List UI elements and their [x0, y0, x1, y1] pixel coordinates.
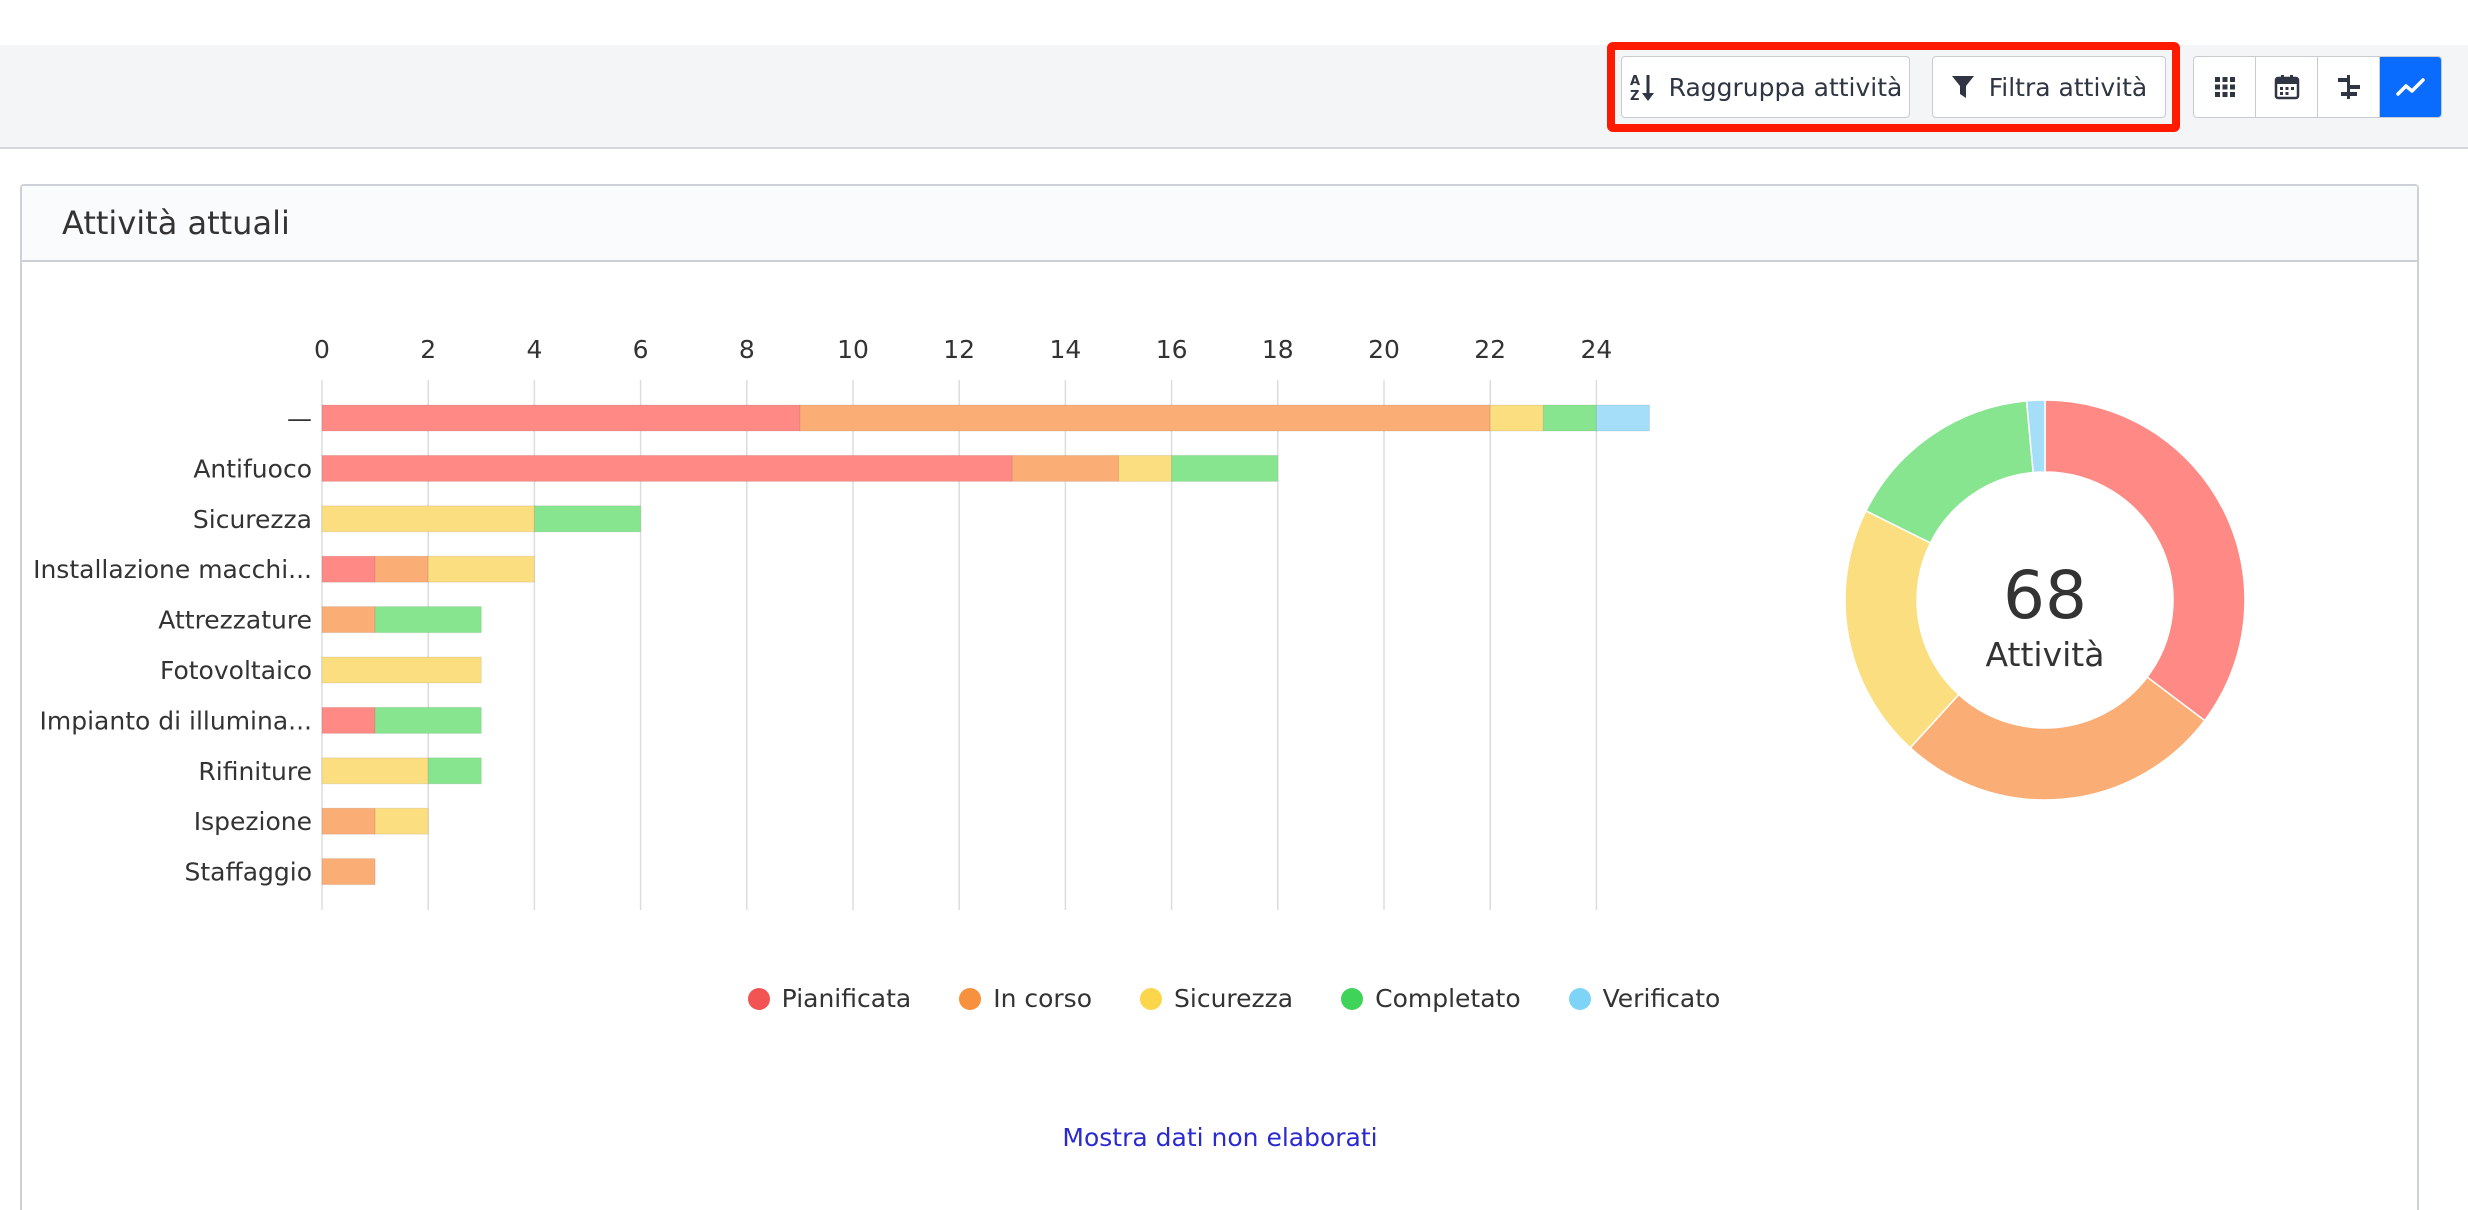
legend-dot — [1568, 987, 1591, 1010]
chart-view-button[interactable] — [2380, 57, 2441, 117]
bar-segment[interactable] — [321, 606, 376, 634]
legend-dot — [747, 987, 770, 1010]
category-label: Staffaggio — [184, 858, 312, 887]
x-tick-label: 4 — [526, 335, 542, 364]
stacked-bar-chart: 0 2 4 6 8 10 12 14 16 18 20 22 24 —AntifuocoSicurezz… — [33, 335, 1651, 910]
x-tick-label: 2 — [420, 335, 436, 364]
category-label: Attrezzature — [158, 606, 312, 635]
bar-segment[interactable] — [1011, 454, 1119, 482]
legend-item-verificato[interactable]: Verificato — [1568, 984, 1721, 1013]
legend-item-sicurezza[interactable]: Sicurezza — [1140, 984, 1293, 1013]
bar-segment[interactable] — [321, 706, 376, 734]
gantt-view-icon — [2337, 75, 2360, 99]
category-label: — — [287, 404, 312, 433]
bar-segment[interactable] — [321, 757, 429, 785]
calendar-view-button[interactable] — [2256, 57, 2318, 117]
legend-dot — [1341, 987, 1364, 1010]
category-label: Fotovoltaico — [160, 656, 312, 685]
bar-segment[interactable] — [427, 757, 482, 785]
bar-segment[interactable] — [1542, 404, 1597, 432]
bar-segment[interactable] — [321, 404, 801, 432]
bar-segment[interactable] — [799, 404, 1491, 432]
bar-segment[interactable] — [321, 454, 1013, 482]
category-label: Ispezione — [194, 807, 312, 836]
bar-segment[interactable] — [374, 606, 482, 634]
view-switcher — [2193, 56, 2442, 118]
x-tick-label: 24 — [1580, 335, 1612, 364]
show-raw-data-link[interactable]: Mostra dati non elaborati — [0, 1123, 2440, 1152]
bar-segment[interactable] — [321, 555, 376, 583]
legend-item-pianificata[interactable]: Pianificata — [747, 984, 912, 1013]
legend-label: In corso — [993, 984, 1093, 1013]
bar-segment[interactable] — [321, 656, 482, 684]
filter-icon — [1951, 74, 1975, 100]
category-label: Antifuoco — [193, 454, 312, 483]
donut-slice[interactable] — [1844, 509, 1960, 749]
legend-label: Completato — [1375, 984, 1521, 1013]
bar-segment[interactable] — [321, 505, 535, 533]
donut-chart: 68 Attività — [1844, 399, 2246, 801]
x-tick-label: 14 — [1049, 335, 1081, 364]
bar-segment[interactable] — [374, 807, 429, 835]
bar-segment[interactable] — [1171, 454, 1279, 482]
category-label: Rifiniture — [198, 757, 312, 786]
x-tick-label: 20 — [1368, 335, 1400, 364]
legend-dot — [959, 987, 982, 1010]
filter-activities-button[interactable]: Filtra attività — [1932, 56, 2166, 118]
grid-view-icon — [2214, 77, 2235, 97]
gantt-view-button[interactable] — [2318, 57, 2380, 117]
x-tick-label: 0 — [314, 335, 330, 364]
x-tick-label: 10 — [837, 335, 869, 364]
bar-segment[interactable] — [321, 858, 376, 886]
bar-segment[interactable] — [374, 555, 429, 583]
x-tick-label: 6 — [633, 335, 649, 364]
bar-segment[interactable] — [1595, 404, 1651, 432]
filter-activities-label: Filtra attività — [1988, 72, 2148, 102]
legend-label: Verificato — [1602, 984, 1721, 1013]
category-label: Installazione macchi... — [33, 555, 312, 584]
x-tick-label: 16 — [1156, 335, 1188, 364]
bar-segment[interactable] — [374, 706, 482, 734]
chart-legend: Pianificata In corso Sicurezza Completat… — [0, 984, 2468, 1013]
grid-view-button[interactable] — [2194, 57, 2256, 117]
legend-dot — [1140, 987, 1163, 1010]
x-tick-label: 18 — [1262, 335, 1294, 364]
x-tick-label: 8 — [739, 335, 755, 364]
x-tick-label: 12 — [943, 335, 975, 364]
chart-view-icon — [2395, 78, 2425, 96]
legend-item-in-corso[interactable]: In corso — [959, 984, 1092, 1013]
category-label: Sicurezza — [193, 505, 312, 534]
legend-label: Sicurezza — [1174, 984, 1294, 1013]
bar-segment[interactable] — [427, 555, 535, 583]
legend-label: Pianificata — [781, 984, 912, 1013]
donut-slice[interactable] — [1864, 400, 2035, 544]
bar-segment[interactable] — [1118, 454, 1173, 482]
bar-segment[interactable] — [533, 505, 642, 533]
donut-label: Attività — [1986, 635, 2105, 674]
bar-segment[interactable] — [321, 807, 376, 835]
legend-item-completato[interactable]: Completato — [1341, 984, 1521, 1013]
calendar-view-icon — [2274, 75, 2299, 100]
x-tick-label: 22 — [1474, 335, 1506, 364]
donut-total: 68 — [2003, 557, 2087, 634]
bar-segment[interactable] — [1489, 404, 1544, 432]
category-label: Impianto di illumina... — [40, 706, 313, 735]
